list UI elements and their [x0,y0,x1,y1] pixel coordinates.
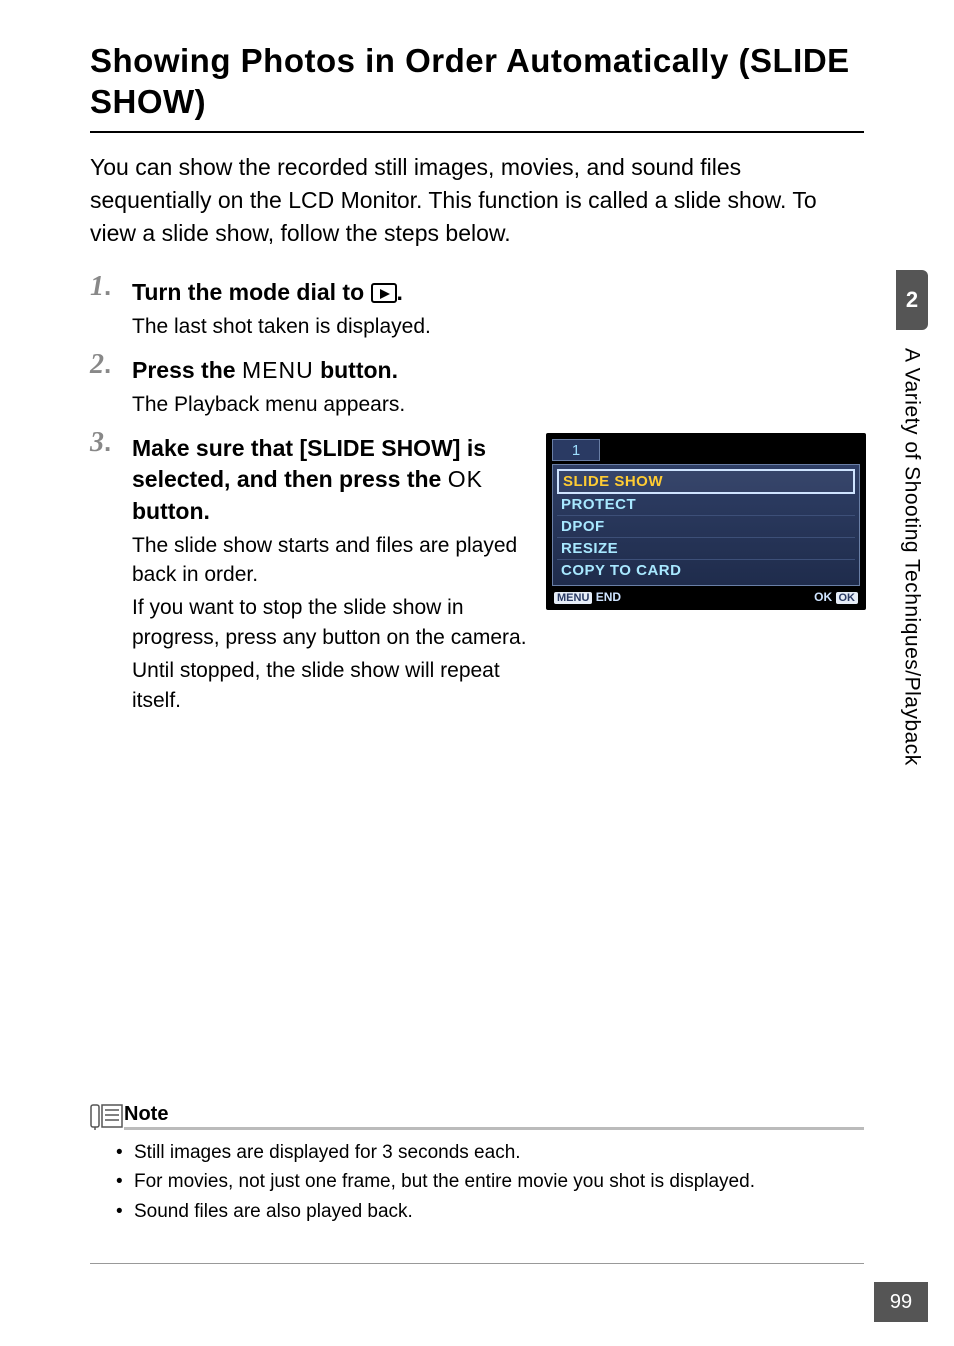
lcd-menu-item-protect: PROTECT [557,494,855,516]
note-block: Note Still images are displayed for 3 se… [90,1102,864,1226]
intro-paragraph: You can show the recorded still images, … [90,151,864,251]
lcd-footer: MENU END OK OK [552,586,860,604]
step-1: 1. Turn the mode dial to . The last shot… [90,277,864,341]
footer-rule [90,1263,864,1264]
menu-button-label: MENU [242,357,314,383]
note-item: Sound files are also played back. [116,1197,864,1226]
note-item: For movies, not just one frame, but the … [116,1167,864,1196]
manual-page: Showing Photos in Order Automatically (S… [0,0,954,1346]
step-3: 3. Make sure that [SLIDE SHOW] is select… [90,433,864,718]
lcd-menu-panel: SLIDE SHOW PROTECT DPOF RESIZE COPY TO C… [552,464,860,586]
playback-mode-icon [371,283,397,303]
lcd-menu-item-copy-to-card: COPY TO CARD [557,560,855,581]
step-2-body: The Playback menu appears. [132,390,864,419]
note-list: Still images are displayed for 3 seconds… [116,1138,864,1226]
lcd-footer-ok-label: OK [814,590,832,604]
step-number: 3. [90,427,111,459]
lcd-menu-item-dpof: DPOF [557,516,855,538]
step-2: 2. Press the MENU button. The Playback m… [90,355,864,419]
note-title: Note [124,1103,168,1126]
step-number: 1. [90,271,111,303]
step-1-title: Turn the mode dial to . [132,277,864,308]
lcd-tab: 1 [552,439,600,461]
lcd-menu-item-resize: RESIZE [557,538,855,560]
note-item: Still images are displayed for 3 seconds… [116,1138,864,1167]
heading-rule [90,131,864,133]
lcd-ok-btn-icon: OK [836,592,859,604]
step-2-title: Press the MENU button. [132,355,864,386]
section-title-vertical: A Variety of Shooting Techniques/Playbac… [902,348,923,766]
step-3-body: The slide show starts and files are play… [132,531,532,715]
lcd-menu-btn-icon: MENU [554,592,592,604]
ok-button-label: OK [448,466,483,492]
steps-list: 1. Turn the mode dial to . The last shot… [90,277,864,719]
step-1-body: The last shot taken is displayed. [132,312,864,341]
lcd-footer-end: END [596,590,621,604]
note-icon [90,1102,124,1130]
page-heading: Showing Photos in Order Automatically (S… [90,40,864,123]
page-number: 99 [874,1282,928,1322]
step-3-title: Make sure that [SLIDE SHOW] is selected,… [132,433,532,526]
lcd-menu-item-slide-show: SLIDE SHOW [557,469,855,494]
section-number-badge: 2 [896,270,928,330]
lcd-screenshot: 1 SLIDE SHOW PROTECT DPOF RESIZE COPY TO… [546,433,866,610]
step-number: 2. [90,349,111,381]
side-tab: 2 A Variety of Shooting Techniques/Playb… [896,270,928,766]
